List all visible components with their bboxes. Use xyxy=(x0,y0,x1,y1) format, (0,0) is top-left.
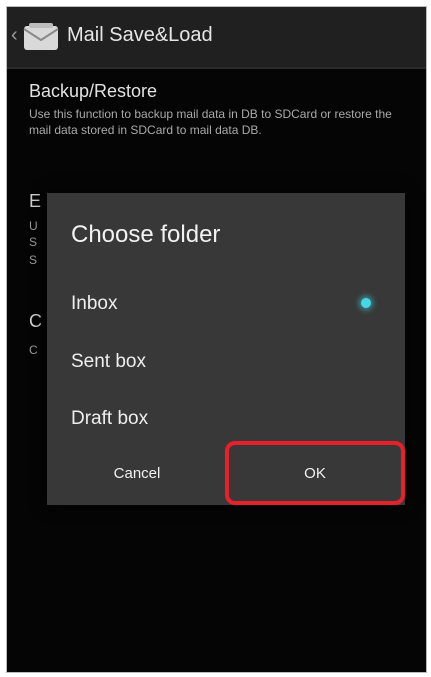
cancel-button[interactable]: Cancel xyxy=(49,447,225,501)
option-label: Sent box xyxy=(71,351,146,372)
ok-highlight-box xyxy=(225,441,405,505)
option-sent-box[interactable]: Sent box xyxy=(47,337,405,389)
partial-desc-fragment: C xyxy=(29,343,38,357)
partial-desc-fragment: U xyxy=(29,219,38,233)
action-bar: ‹ Mail Save&Load xyxy=(7,7,426,69)
option-inbox[interactable]: Inbox xyxy=(47,279,405,331)
option-label: Inbox xyxy=(71,293,118,314)
back-chevron-icon[interactable]: ‹ xyxy=(11,25,18,45)
backup-restore-description: Use this function to backup mail data in… xyxy=(29,107,392,137)
backup-restore-section: Backup/Restore Use this function to back… xyxy=(29,81,409,138)
dialog-title: Choose folder xyxy=(71,221,221,248)
phone-screen: ‹ Mail Save&Load Backup/Restore Use this… xyxy=(6,6,427,673)
radio-selected-icon[interactable] xyxy=(361,298,371,308)
mail-envelope-icon[interactable] xyxy=(23,23,61,51)
option-draft-box[interactable]: Draft box xyxy=(47,394,405,446)
partial-desc-fragment: S xyxy=(29,235,38,249)
backup-restore-title: Backup/Restore xyxy=(29,81,158,101)
partial-desc-fragment: S xyxy=(29,253,38,267)
option-label: Draft box xyxy=(71,408,149,429)
partial-section-title: E xyxy=(29,191,42,211)
partial-section-title: C xyxy=(29,311,42,331)
page-title: Mail Save&Load xyxy=(67,24,213,46)
